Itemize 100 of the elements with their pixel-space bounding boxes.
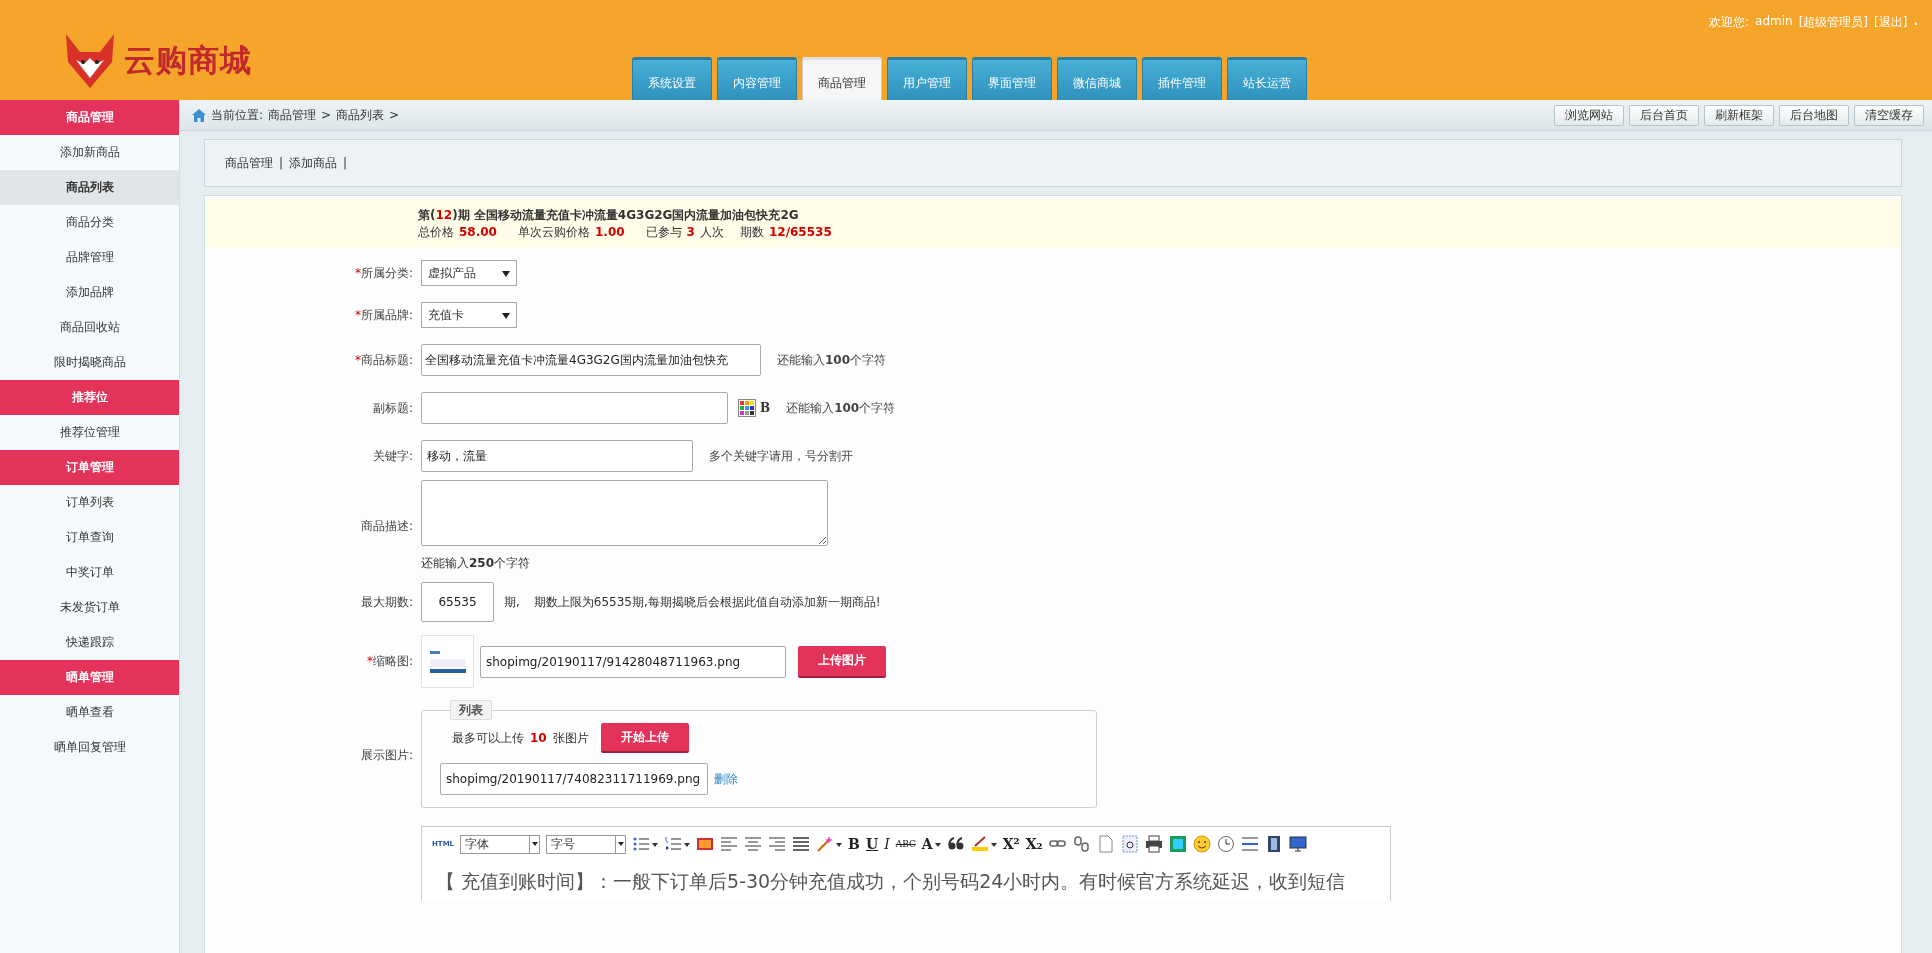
- highlighter-button[interactable]: [970, 835, 997, 853]
- toolbar-button[interactable]: 后台首页: [1629, 104, 1699, 126]
- field-label: 副标题:: [371, 399, 413, 417]
- logo-text: 云购商城: [124, 41, 252, 80]
- subnav-separator: |: [343, 156, 348, 170]
- magic-wand-icon: [816, 835, 835, 853]
- sidebar-item[interactable]: 快递跟踪: [0, 625, 179, 660]
- format-button[interactable]: X₂: [1025, 835, 1043, 853]
- caret-icon[interactable]: [531, 842, 538, 846]
- sidebar-item[interactable]: 订单查询: [0, 520, 179, 555]
- format-button[interactable]: A: [921, 835, 941, 853]
- keywords-input[interactable]: 移动，流量: [421, 440, 693, 472]
- delete-link[interactable]: 删除: [714, 770, 738, 788]
- sidebar-item[interactable]: 中奖订单: [0, 555, 179, 590]
- thumbnail-image: [421, 635, 474, 688]
- home-icon[interactable]: [192, 108, 206, 122]
- toolbar-button[interactable]: 刷新框架: [1704, 104, 1774, 126]
- format-button[interactable]: ABC: [895, 835, 916, 853]
- user-role: [超级管理员]: [1798, 14, 1869, 31]
- thumbnail-path-input[interactable]: shopimg/20190117/91428048711963.png: [480, 645, 786, 678]
- breadcrumb-link[interactable]: 商品管理: [268, 106, 317, 124]
- sidebar-item[interactable]: 推荐位管理: [0, 415, 179, 450]
- title-input[interactable]: 全国移动流量充值卡冲流量4G3G2G国内流量加油包快充: [421, 344, 761, 376]
- anchor-icon[interactable]: [1120, 835, 1139, 853]
- bullet-list-icon: [632, 835, 651, 853]
- sidebar-item[interactable]: 商品回收站: [0, 310, 179, 345]
- sidebar-item[interactable]: 品牌管理: [0, 240, 179, 275]
- toolbar-button[interactable]: 清空缓存: [1854, 104, 1924, 126]
- subnav-link[interactable]: 商品管理: [225, 154, 273, 172]
- align-left-icon[interactable]: [720, 835, 739, 853]
- upload-image-button[interactable]: 上传图片: [798, 645, 886, 678]
- unit-text: 期,: [504, 593, 520, 611]
- issue-stat: 总价格 58.00: [418, 224, 498, 241]
- dot-text: .: [1913, 14, 1918, 30]
- editor-select[interactable]: 字号: [546, 834, 627, 854]
- format-button[interactable]: B: [848, 835, 860, 853]
- highlighter-icon: [970, 835, 989, 853]
- sidebar-item[interactable]: 添加品牌: [0, 275, 179, 310]
- issue-stat: 期数 12/65535: [739, 224, 833, 241]
- breadcrumb-separator: >: [389, 108, 400, 122]
- sidebar-item[interactable]: 晒单回复管理: [0, 730, 179, 765]
- max-periods-input[interactable]: 65535: [421, 582, 494, 622]
- subnav-link[interactable]: 添加商品: [289, 154, 338, 172]
- sidebar-group-header: 订单管理: [0, 450, 179, 485]
- field-label: 关键字:: [371, 447, 413, 465]
- sidebar-item[interactable]: 商品分类: [0, 205, 179, 240]
- smiley-icon[interactable]: [1192, 835, 1211, 853]
- caret-icon[interactable]: [617, 842, 624, 846]
- clock-icon[interactable]: [1216, 835, 1235, 853]
- nav-tab[interactable]: 商品管理: [802, 57, 882, 100]
- upload-limit-text: 最多可以上传 10 张图片: [452, 729, 589, 747]
- justify-icon[interactable]: [792, 835, 811, 853]
- sidebar-item[interactable]: 添加新商品: [0, 135, 179, 170]
- printer-icon[interactable]: [1144, 835, 1163, 853]
- numbered-list-icon: [664, 835, 683, 853]
- issue-stat: 已参与 3 人次: [645, 224, 724, 241]
- image-icon[interactable]: [1168, 835, 1187, 853]
- field-label: *缩略图:: [365, 653, 413, 670]
- username: admin: [1755, 14, 1793, 30]
- subnav-separator: |: [279, 156, 284, 170]
- sidebar-item[interactable]: 未发货订单: [0, 590, 179, 625]
- sidebar-item[interactable]: 限时揭晓商品: [0, 345, 179, 380]
- monitor-icon[interactable]: [1288, 835, 1307, 853]
- format-button[interactable]: I: [884, 835, 890, 853]
- format-button[interactable]: X²: [1002, 835, 1020, 853]
- sidebar-item[interactable]: 订单列表: [0, 485, 179, 520]
- align-center-icon[interactable]: [744, 835, 763, 853]
- editor-content: 【 充值到账时间】：一般下订单后5-30分钟充值成功，个别号码24小时内。有时候官方系统延迟，收到短信: [436, 869, 1346, 893]
- select-dropdown[interactable]: 充值卡: [421, 302, 517, 328]
- bold-button[interactable]: B: [760, 401, 771, 415]
- select-dropdown[interactable]: 虚拟产品: [421, 260, 517, 286]
- align-right-icon[interactable]: [768, 835, 787, 853]
- hint-text: 多个关键字请用，号分割开: [709, 447, 853, 465]
- bullet-list-button[interactable]: [632, 835, 659, 853]
- field-label: *所属品牌:: [353, 306, 413, 324]
- breadcrumb-link[interactable]: 商品列表: [336, 106, 385, 124]
- hint-text: 还能输入250个字符: [421, 555, 532, 572]
- sidebar-item[interactable]: 商品列表: [0, 170, 179, 205]
- editor-select[interactable]: 字体: [460, 834, 541, 854]
- image-icon[interactable]: [696, 835, 715, 853]
- sidebar-item[interactable]: 晒单查看: [0, 695, 179, 730]
- breadcrumb-label: 当前位置:: [211, 106, 264, 124]
- magic-wand-button[interactable]: [816, 835, 843, 853]
- subtitle-input[interactable]: [421, 392, 728, 424]
- toolbar-button[interactable]: 浏览网站: [1554, 104, 1624, 126]
- toolbar-button[interactable]: 后台地图: [1779, 104, 1849, 126]
- issue-title: 第(12)期 全国移动流量充值卡冲流量4G3G2G国内流量加油包快充2G: [418, 207, 800, 224]
- color-palette-icon[interactable]: [738, 399, 756, 417]
- horizontal-rule-icon[interactable]: [1240, 835, 1259, 853]
- welcome-text: 欢迎您:: [1709, 14, 1750, 31]
- field-label: *商品标题:: [353, 351, 413, 369]
- image-path-input[interactable]: shopimg/20190117/74082311711969.png: [440, 763, 708, 795]
- field-label: 展示图片:: [359, 746, 413, 764]
- hint-text: 还能输入100个字符: [786, 399, 896, 417]
- start-upload-button[interactable]: 开始上传: [600, 723, 689, 753]
- sidebar-group-header: 商品管理: [0, 100, 179, 135]
- numbered-list-button[interactable]: [664, 835, 691, 853]
- unlink-icon[interactable]: [1072, 835, 1091, 853]
- fieldset-legend: 列表: [450, 700, 492, 720]
- format-button[interactable]: U: [865, 835, 879, 853]
